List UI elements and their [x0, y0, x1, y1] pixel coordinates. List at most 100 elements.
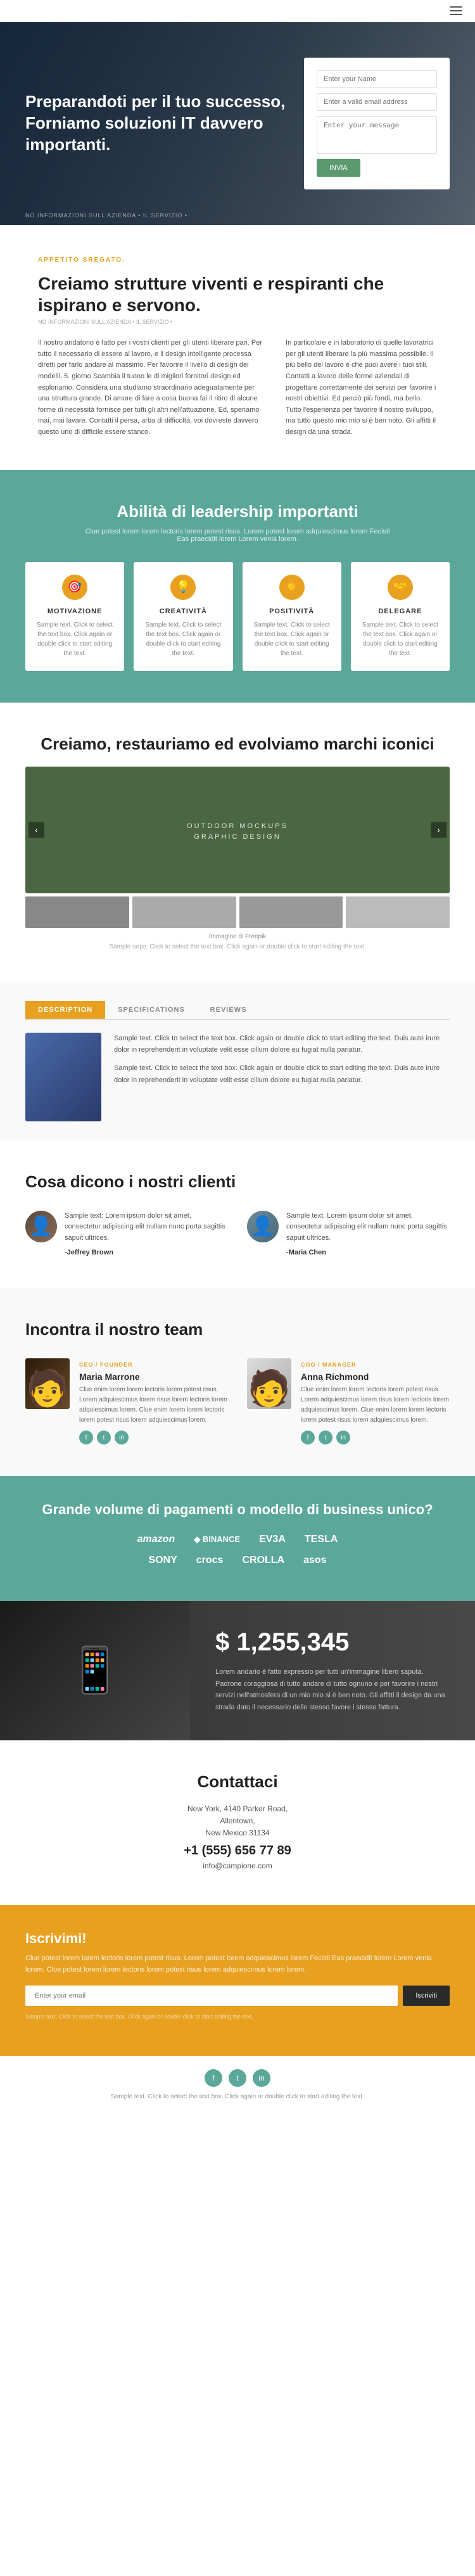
testimonials-grid: 👤 Sample text: Lorem ipsum dolor sit ame…	[25, 1211, 450, 1257]
brands-slider-inner: OUTDOOR MOCKUPS GRAPHIC DESIGN	[25, 767, 450, 893]
team-card-1: 🧑 COO / MANAGER Anna Richmond Clue enim …	[247, 1358, 450, 1444]
hero-section: Preparandoti per il tuo successo, Fornia…	[0, 22, 475, 225]
payment-logos-2: SONY crocs CROLLA asos	[25, 1555, 450, 1566]
about-col2: In particolare e in laboratorio di quell…	[286, 338, 437, 438]
payment-logo-crolla: CROLLA	[242, 1555, 284, 1566]
about-section: APPETITO SREGATO. Creiamo strutture vive…	[0, 225, 475, 470]
leadership-card-1: 💡 CREATIVITÀ Sample text. Click to selec…	[134, 562, 232, 671]
contact-phone: +1 (555) 656 77 89	[25, 1844, 450, 1858]
team-grid: 🧑 CEO / FOUNDER Maria Marrone Clue enim …	[25, 1358, 450, 1444]
team-linkedin-1[interactable]: in	[336, 1431, 350, 1444]
team-bio-0: Clue enim lorem lorem lectoris lorem pot…	[79, 1385, 228, 1425]
tab-description[interactable]: DESCRIPTION	[25, 1001, 105, 1019]
hero-name-input[interactable]	[317, 70, 437, 88]
tab-specifications[interactable]: SPECIFICATIONS	[105, 1001, 197, 1019]
payment-logo-binance: ◆ BINANCE	[194, 1534, 240, 1545]
tab-text: Sample text. Click to select the text bo…	[114, 1033, 450, 1121]
menu-icon[interactable]	[450, 6, 462, 15]
testimonials-heading: Cosa dicono i nostri clienti	[25, 1172, 450, 1192]
team-card-inner-0: 🧑 CEO / FOUNDER Maria Marrone Clue enim …	[25, 1358, 228, 1444]
leadership-text-1[interactable]: Sample text. Click to select the text bo…	[143, 620, 223, 658]
leadership-section: Abilità di leadership importanti Clue po…	[0, 470, 475, 703]
team-avatar-0: 🧑	[25, 1358, 70, 1409]
leadership-cards: 🎯 MOTIVAZIONE Sample text. Click to sele…	[25, 562, 450, 671]
team-avatar-maria-img: 🧑	[25, 1358, 70, 1409]
payment-logo-amazon: amazon	[137, 1534, 175, 1545]
newsletter-email-input[interactable]	[25, 1986, 398, 2006]
leadership-title-0: MOTIVAZIONE	[35, 608, 115, 615]
team-facebook-0[interactable]: f	[79, 1431, 93, 1444]
brands-slider-main: OUTDOOR MOCKUPS	[187, 822, 288, 830]
leadership-text-0[interactable]: Sample text. Click to select the text bo…	[35, 620, 115, 658]
hero-form: INVIA	[304, 58, 450, 189]
team-avatar-1: 🧑	[247, 1358, 291, 1409]
avatar-m-icon: 👤	[25, 1211, 57, 1242]
brands-sample-text[interactable]: Sample oops: Click to select the text bo…	[25, 943, 450, 950]
tabs-bar: DESCRIPTION SPECIFICATIONS REVIEWS	[25, 1001, 450, 1020]
leadership-title-3: DELEGARE	[360, 608, 440, 615]
team-bio-1: Clue enim lorem lorem lectoris lorem pot…	[301, 1385, 450, 1425]
testimonial-quote-1: Sample text: Lorem ipsum dolor sit amet,…	[286, 1211, 450, 1244]
hero-content: Preparandoti per il tuo successo, Fornia…	[0, 22, 475, 225]
hero-text: Preparandoti per il tuo successo, Fornia…	[25, 91, 304, 155]
leadership-icon-3: 🤝	[388, 575, 413, 600]
newsletter-submit-button[interactable]: Iscriviti	[403, 1986, 450, 2006]
hero-submit-button[interactable]: INVIA	[317, 159, 360, 177]
leadership-card-3: 🤝 DELEGARE Sample text. Click to select …	[351, 562, 450, 671]
about-col1: Il nostro andatorio è fatto per i vostri…	[38, 338, 267, 438]
brands-thumb-1[interactable]	[132, 896, 236, 928]
footer-instagram-icon[interactable]: in	[253, 2069, 270, 2087]
stats-image: 📱	[0, 1601, 190, 1740]
team-linkedin-0[interactable]: in	[115, 1431, 129, 1444]
team-avatar-anna-img: 🧑	[247, 1358, 291, 1409]
brands-thumb-3[interactable]	[346, 896, 450, 928]
about-heading: Creiamo strutture viventi e respiranti c…	[38, 273, 437, 316]
testimonial-author-0: -Jeffrey Brown	[65, 1249, 228, 1256]
leadership-title-2: POSITIVITÀ	[252, 608, 332, 615]
payment-logos: amazon ◆ BINANCE EV3A TESLA	[25, 1534, 450, 1545]
avatar-f-icon: 👤	[247, 1211, 279, 1242]
team-heading: Incontra il nostro team	[25, 1320, 450, 1339]
contact-address2: Allentown,	[25, 1816, 450, 1825]
team-social-0: f t in	[79, 1431, 228, 1444]
team-twitter-1[interactable]: t	[319, 1431, 332, 1444]
brands-heading: Creiamo, restauriamo ed evolviamo marchi…	[25, 734, 450, 754]
payment-logo-evsa: EV3A	[259, 1534, 286, 1545]
tab-reviews[interactable]: REVIEWS	[198, 1001, 260, 1019]
footer-facebook-icon[interactable]: f	[205, 2069, 222, 2087]
brands-slider: OUTDOOR MOCKUPS GRAPHIC DESIGN ‹ ›	[25, 767, 450, 893]
team-card-0: 🧑 CEO / FOUNDER Maria Marrone Clue enim …	[25, 1358, 228, 1444]
brands-slider-sub: GRAPHIC DESIGN	[187, 833, 288, 841]
brands-section: Creiamo, restauriamo ed evolviamo marchi…	[0, 703, 475, 982]
testimonial-quote-0: Sample text: Lorem ipsum dolor sit amet,…	[65, 1211, 228, 1244]
testimonial-text-1: Sample text: Lorem ipsum dolor sit amet,…	[286, 1211, 450, 1257]
tab-para2[interactable]: Sample text. Click to select the text bo…	[114, 1062, 450, 1086]
leadership-text-2[interactable]: Sample text. Click to select the text bo…	[252, 620, 332, 658]
contact-address1: New York, 4140 Parker Road,	[25, 1804, 450, 1813]
contact-address3: New Mexico 31134	[25, 1828, 450, 1837]
team-social-1: f t in	[301, 1431, 450, 1444]
brands-thumb-0[interactable]	[25, 896, 129, 928]
tab-content: Sample text. Click to select the text bo…	[25, 1033, 450, 1121]
leadership-icon-0: 🎯	[62, 575, 87, 600]
about-nav: NO INFORMAZIONI SULL'AZIENDA • IL SERVIZ…	[38, 319, 437, 325]
leadership-card-2: ☀️ POSITIVITÀ Sample text. Click to sele…	[243, 562, 341, 671]
team-name-1: Anna Richmond	[301, 1372, 450, 1382]
brands-slider-text: OUTDOOR MOCKUPS GRAPHIC DESIGN	[187, 819, 288, 841]
tab-para1[interactable]: Sample text. Click to select the text bo…	[114, 1033, 450, 1056]
newsletter-small-text: Sample text: Click to select the text bo…	[25, 2012, 450, 2021]
hero-message-input[interactable]	[317, 116, 437, 154]
team-facebook-1[interactable]: f	[301, 1431, 315, 1444]
footer-twitter-icon[interactable]: t	[229, 2069, 246, 2087]
slider-prev-button[interactable]: ‹	[28, 822, 44, 838]
team-twitter-0[interactable]: t	[97, 1431, 111, 1444]
brands-thumb-2[interactable]	[239, 896, 343, 928]
contact-section: Contattaci New York, 4140 Parker Road, A…	[0, 1740, 475, 1905]
hero-nav-link: NO INFORMAZIONI SULL'AZIENDA • IL SERVIZ…	[25, 212, 187, 219]
footer-copyright: Sample text. Click to select the text bo…	[25, 2093, 450, 2100]
about-tag: APPETITO SREGATO.	[38, 257, 437, 264]
slider-next-button[interactable]: ›	[431, 822, 446, 838]
leadership-icon-2: ☀️	[279, 575, 305, 600]
leadership-text-3[interactable]: Sample text. Click to select the text bo…	[360, 620, 440, 658]
hero-email-input[interactable]	[317, 93, 437, 111]
